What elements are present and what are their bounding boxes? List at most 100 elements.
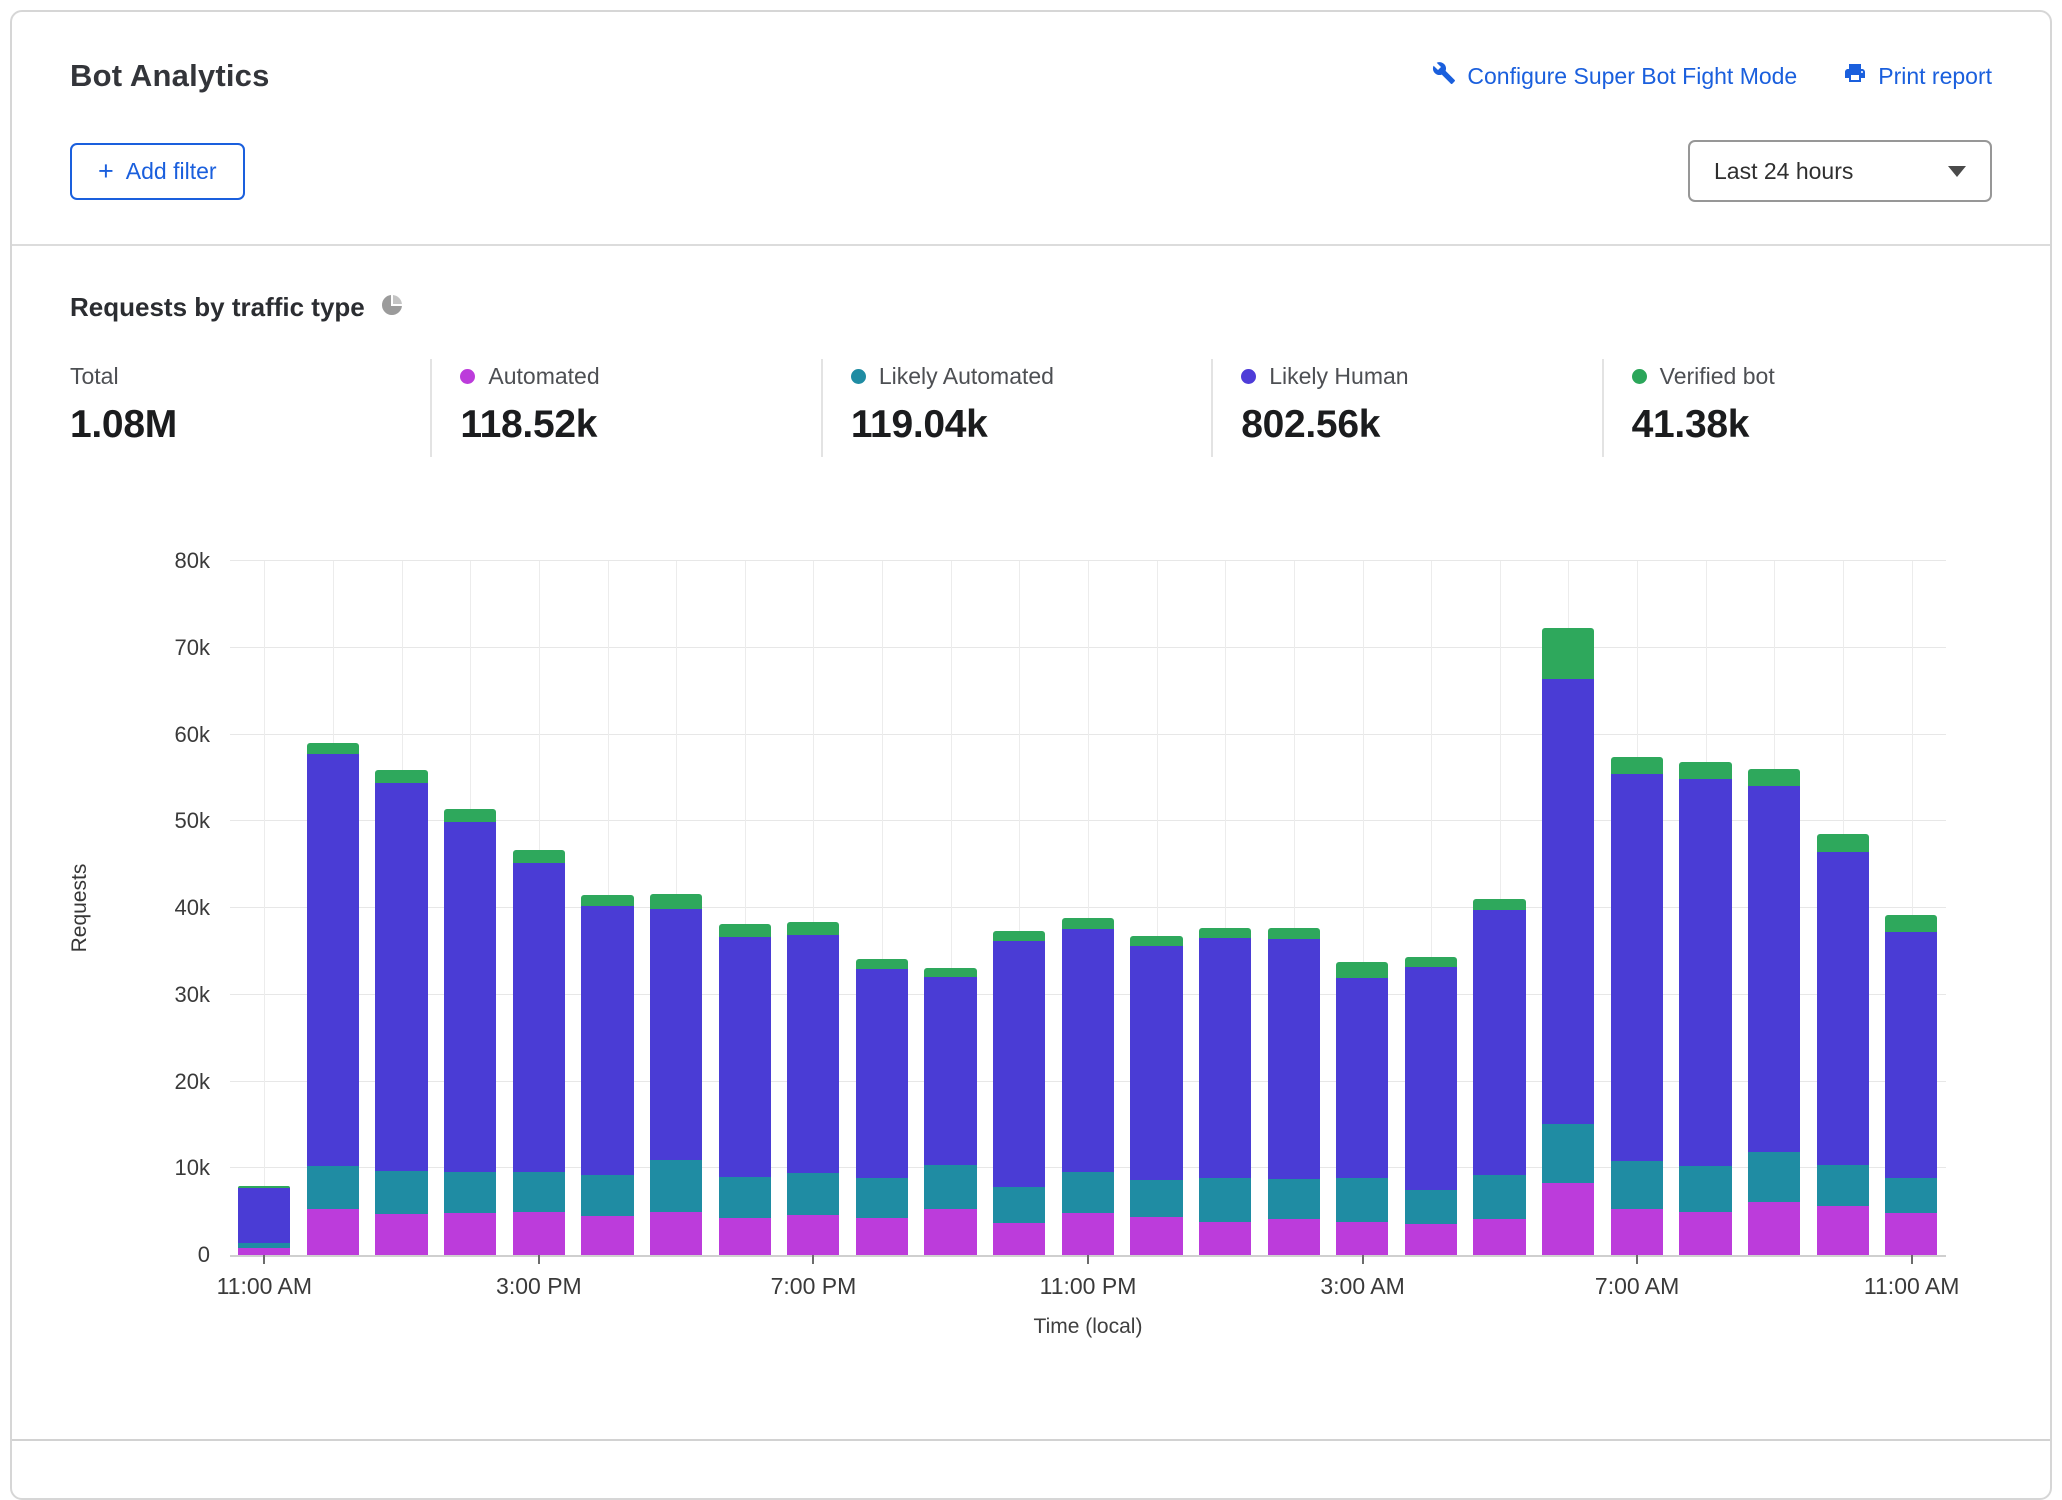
bar-segment-likely-automated[interactable] xyxy=(1542,1124,1594,1183)
bar-segment-automated[interactable] xyxy=(1679,1212,1731,1256)
stacked-bar[interactable] xyxy=(1473,899,1525,1255)
time-range-select[interactable]: Last 24 hours xyxy=(1688,140,1992,202)
bar-segment-verified-bot[interactable] xyxy=(1473,899,1525,909)
bar-segment-likely-automated[interactable] xyxy=(1473,1175,1525,1219)
stacked-bar[interactable] xyxy=(581,895,633,1255)
stacked-bar[interactable] xyxy=(1405,957,1457,1255)
bar-segment-verified-bot[interactable] xyxy=(787,922,839,935)
bar-segment-likely-automated[interactable] xyxy=(1885,1178,1937,1213)
bar-segment-likely-human[interactable] xyxy=(1542,679,1594,1124)
bar-segment-automated[interactable] xyxy=(787,1215,839,1255)
bar-segment-automated[interactable] xyxy=(1885,1213,1937,1255)
bar-segment-likely-human[interactable] xyxy=(238,1188,290,1243)
bar-segment-verified-bot[interactable] xyxy=(1679,762,1731,779)
bar-segment-likely-human[interactable] xyxy=(1405,967,1457,1190)
bar-segment-likely-automated[interactable] xyxy=(719,1177,771,1218)
bar-segment-automated[interactable] xyxy=(924,1209,976,1255)
bar-segment-likely-human[interactable] xyxy=(307,754,359,1166)
stacked-bar[interactable] xyxy=(1679,762,1731,1255)
stat-likely-human[interactable]: Likely Human802.56k xyxy=(1211,359,1601,457)
print-report-link[interactable]: Print report xyxy=(1843,61,1992,91)
bar-segment-verified-bot[interactable] xyxy=(444,809,496,822)
bar-segment-automated[interactable] xyxy=(1611,1209,1663,1255)
stacked-bar[interactable] xyxy=(307,743,359,1255)
bar-segment-verified-bot[interactable] xyxy=(513,850,565,862)
stacked-bar[interactable] xyxy=(650,894,702,1255)
bar-segment-automated[interactable] xyxy=(375,1214,427,1255)
bar-segment-likely-automated[interactable] xyxy=(1817,1165,1869,1207)
bar-segment-automated[interactable] xyxy=(993,1223,1045,1255)
bar-segment-automated[interactable] xyxy=(581,1216,633,1255)
bar-segment-likely-human[interactable] xyxy=(993,941,1045,1187)
stacked-bar[interactable] xyxy=(856,959,908,1255)
stacked-bar[interactable] xyxy=(924,968,976,1255)
stat-likely-automated[interactable]: Likely Automated119.04k xyxy=(821,359,1211,457)
bar-segment-automated[interactable] xyxy=(719,1218,771,1255)
bar-segment-automated[interactable] xyxy=(1748,1202,1800,1255)
bar-segment-likely-human[interactable] xyxy=(1130,946,1182,1180)
bar-segment-likely-automated[interactable] xyxy=(1405,1190,1457,1224)
bar-segment-likely-automated[interactable] xyxy=(1748,1152,1800,1202)
stacked-bar[interactable] xyxy=(1268,928,1320,1255)
bar-segment-likely-automated[interactable] xyxy=(1062,1172,1114,1214)
bar-segment-automated[interactable] xyxy=(1473,1219,1525,1255)
bar-segment-verified-bot[interactable] xyxy=(1611,757,1663,774)
stat-verified-bot[interactable]: Verified bot41.38k xyxy=(1602,359,1992,457)
stacked-bar[interactable] xyxy=(993,931,1045,1255)
bar-segment-likely-automated[interactable] xyxy=(1130,1180,1182,1217)
bar-segment-likely-human[interactable] xyxy=(375,783,427,1171)
bar-segment-likely-automated[interactable] xyxy=(1199,1178,1251,1222)
bar-segment-automated[interactable] xyxy=(650,1212,702,1255)
bar-segment-verified-bot[interactable] xyxy=(1748,769,1800,786)
bar-segment-automated[interactable] xyxy=(444,1213,496,1255)
bar-segment-likely-human[interactable] xyxy=(513,863,565,1173)
stacked-bar[interactable] xyxy=(719,924,771,1255)
bar-segment-verified-bot[interactable] xyxy=(856,959,908,969)
stacked-bar[interactable] xyxy=(238,1186,290,1255)
bar-segment-likely-automated[interactable] xyxy=(787,1173,839,1215)
stacked-bar[interactable] xyxy=(1062,918,1114,1255)
bar-segment-likely-automated[interactable] xyxy=(856,1178,908,1218)
bar-segment-likely-automated[interactable] xyxy=(1679,1166,1731,1211)
stacked-bar[interactable] xyxy=(513,850,565,1255)
bar-segment-verified-bot[interactable] xyxy=(1062,918,1114,928)
stacked-bar[interactable] xyxy=(1748,769,1800,1255)
stacked-bar[interactable] xyxy=(787,922,839,1255)
bar-segment-likely-automated[interactable] xyxy=(1336,1178,1388,1222)
bar-segment-likely-human[interactable] xyxy=(856,969,908,1178)
stacked-bar[interactable] xyxy=(444,809,496,1255)
bar-segment-verified-bot[interactable] xyxy=(1268,928,1320,939)
bar-segment-likely-automated[interactable] xyxy=(513,1172,565,1212)
bar-segment-automated[interactable] xyxy=(238,1248,290,1255)
bar-segment-verified-bot[interactable] xyxy=(993,931,1045,941)
bar-segment-automated[interactable] xyxy=(1268,1219,1320,1255)
bar-segment-likely-human[interactable] xyxy=(1885,932,1937,1178)
bar-segment-likely-automated[interactable] xyxy=(444,1172,496,1213)
bar-segment-automated[interactable] xyxy=(1062,1213,1114,1255)
bar-segment-likely-automated[interactable] xyxy=(993,1187,1045,1223)
bar-segment-verified-bot[interactable] xyxy=(719,924,771,937)
bar-segment-likely-automated[interactable] xyxy=(375,1171,427,1215)
stacked-bar[interactable] xyxy=(1817,834,1869,1255)
bar-segment-verified-bot[interactable] xyxy=(650,894,702,909)
bar-segment-verified-bot[interactable] xyxy=(1817,834,1869,852)
stacked-bar[interactable] xyxy=(1542,628,1594,1255)
bar-segment-automated[interactable] xyxy=(1199,1222,1251,1255)
bar-segment-likely-human[interactable] xyxy=(1611,774,1663,1161)
bar-segment-likely-automated[interactable] xyxy=(581,1175,633,1216)
bar-segment-likely-automated[interactable] xyxy=(307,1166,359,1209)
bar-segment-verified-bot[interactable] xyxy=(581,895,633,906)
bar-segment-automated[interactable] xyxy=(1817,1206,1869,1255)
bar-segment-automated[interactable] xyxy=(856,1218,908,1255)
bar-segment-automated[interactable] xyxy=(1130,1217,1182,1255)
bar-segment-verified-bot[interactable] xyxy=(307,743,359,753)
bar-segment-automated[interactable] xyxy=(1336,1222,1388,1255)
configure-super-bot-fight-mode-link[interactable]: Configure Super Bot Fight Mode xyxy=(1432,61,1797,91)
stacked-bar[interactable] xyxy=(1130,936,1182,1255)
bar-segment-automated[interactable] xyxy=(513,1212,565,1255)
stacked-bar[interactable] xyxy=(1199,928,1251,1255)
bar-segment-verified-bot[interactable] xyxy=(1542,628,1594,679)
bar-segment-likely-automated[interactable] xyxy=(1611,1161,1663,1209)
bar-segment-automated[interactable] xyxy=(307,1209,359,1255)
stat-total[interactable]: Total1.08M xyxy=(70,359,430,457)
